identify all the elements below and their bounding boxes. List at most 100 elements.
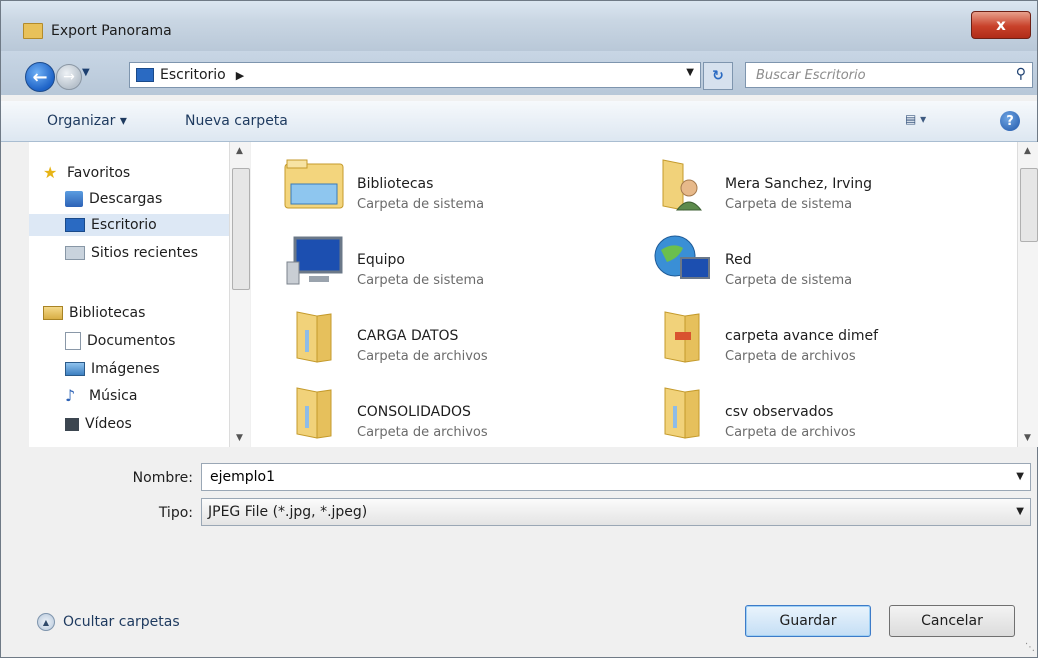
file-list-scrollbar[interactable]: ▲ ▼ [1017,142,1038,447]
refresh-button[interactable]: ↻ [703,62,733,90]
file-name: Equipo [357,252,405,268]
file-item-equipo[interactable]: Equipo Carpeta de sistema [251,226,611,292]
sidebar-item-bibliotecas[interactable]: Bibliotecas [43,302,145,324]
arrow-right-icon: → [63,69,75,85]
scrollbar-thumb[interactable] [232,168,250,290]
search-box[interactable]: ⚲ [745,62,1033,88]
sidebar-item-imagenes[interactable]: Imágenes [65,358,160,380]
file-type: Carpeta de archivos [357,349,488,364]
back-button[interactable]: ← [25,62,55,92]
sidebar-item-sitios-recientes[interactable]: Sitios recientes [65,242,198,264]
navigation-scrollbar[interactable]: ▲ ▼ [229,142,250,447]
close-icon: x [996,16,1006,34]
sidebar-item-label: Imágenes [91,361,160,377]
file-name-input[interactable] [208,464,972,490]
navigation-pane: ★ Favoritos Descargas Escritorio Sitios … [29,142,229,447]
cancel-button[interactable]: Cancelar [889,605,1015,637]
address-dropdown-icon[interactable]: ▼ [686,67,694,78]
forward-button[interactable]: → [56,64,82,90]
sidebar-item-label: Bibliotecas [69,305,146,321]
organize-menu-button[interactable]: Organizar ▾ [47,113,127,129]
chevron-up-icon: ▲ [37,613,55,631]
file-name-label: Nombre: [132,470,193,486]
file-item-csv-observados[interactable]: csv observados Carpeta de archivos [619,378,979,444]
file-item-consolidados[interactable]: CONSOLIDADOS Carpeta de archivos [251,378,611,444]
folder-icon [296,387,332,439]
desktop-icon [65,218,85,232]
file-name: CARGA DATOS [357,328,459,344]
file-type: Carpeta de archivos [725,349,856,364]
sidebar-item-descargas[interactable]: Descargas [65,188,162,210]
scroll-up-icon[interactable]: ▲ [1024,146,1031,156]
view-options-icon: ▤ [905,112,917,126]
folder-icon [664,311,700,363]
command-toolbar: Organizar ▾ Nueva carpeta ▤ ▾ ? [1,101,1037,142]
file-item-carga-datos[interactable]: CARGA DATOS Carpeta de archivos [251,302,611,368]
network-icon [654,235,710,279]
user-folder-icon [662,159,703,211]
file-list: Bibliotecas Carpeta de sistema Mera Sanc… [251,142,1017,447]
title-bar: Export Panorama x [1,1,1037,51]
file-name: CONSOLIDADOS [357,404,471,420]
search-icon[interactable]: ⚲ [1016,66,1026,82]
sidebar-item-label: Documentos [87,333,176,349]
sidebar-item-videos[interactable]: Vídeos [65,413,132,435]
sidebar-item-favorites[interactable]: ★ Favoritos [43,162,130,184]
help-button[interactable]: ? [1000,111,1020,131]
pictures-icon [65,362,85,376]
file-type-select[interactable]: JPEG File (*.jpg, *.jpeg) ▼ [201,498,1031,526]
save-button[interactable]: Guardar [745,605,871,637]
chevron-down-icon[interactable]: ▼ [1016,471,1024,482]
resize-grip-icon[interactable]: ⋱ [1025,642,1035,653]
arrow-left-icon: ← [32,66,48,88]
sidebar-item-label: Escritorio [91,217,157,233]
video-icon [65,417,79,431]
sidebar-item-label: Favoritos [67,165,131,181]
scrollbar-thumb[interactable] [1020,168,1038,242]
desktop-icon [136,68,154,82]
file-item-mera-sanchez-irving[interactable]: Mera Sanchez, Irving Carpeta de sistema [619,150,979,216]
scroll-down-icon[interactable]: ▼ [236,433,243,443]
file-item-bibliotecas[interactable]: Bibliotecas Carpeta de sistema [251,150,611,216]
scroll-down-icon[interactable]: ▼ [1024,433,1031,443]
sidebar-item-label: Sitios recientes [91,245,198,261]
file-name: Red [725,252,752,268]
music-icon: ♪ [65,386,76,405]
file-name: Bibliotecas [357,176,434,192]
folder-icon [296,311,332,363]
file-type: Carpeta de archivos [357,425,488,440]
breadcrumb-arrow-icon[interactable]: ▶ [236,69,244,82]
file-type: Carpeta de sistema [725,197,853,212]
folder-icon [664,387,700,439]
sidebar-item-label: Descargas [89,191,163,207]
folder-icon [23,23,43,39]
file-item-carpeta-avance-dimef[interactable]: carpeta avance dimef Carpeta de archivos [619,302,979,368]
address-bar[interactable]: Escritorio ▶ ▼ [129,62,701,88]
new-folder-button[interactable]: Nueva carpeta [185,113,288,129]
file-name-combobox[interactable]: ▼ [201,463,1031,491]
history-dropdown-button[interactable]: ▼ [82,67,90,78]
file-item-red[interactable]: Red Carpeta de sistema [619,226,979,292]
close-button[interactable]: x [971,11,1031,39]
sidebar-item-musica[interactable]: ♪ Música [65,385,137,407]
sidebar-item-documentos[interactable]: Documentos [65,330,175,352]
file-type: Carpeta de sistema [357,197,485,212]
scroll-up-icon[interactable]: ▲ [236,146,243,156]
address-row: ← → ▼ Escritorio ▶ ▼ ↻ ⚲ [1,51,1037,95]
file-type: Carpeta de sistema [725,273,853,288]
sidebar-item-label: Vídeos [85,416,132,432]
recent-places-icon [65,246,85,260]
export-panorama-dialog: Export Panorama x ← → ▼ Escritorio ▶ ▼ ↻… [0,0,1038,658]
address-crumb[interactable]: Escritorio [160,67,226,83]
change-view-button[interactable]: ▤ ▾ [905,112,951,132]
chevron-down-icon[interactable]: ▼ [1016,506,1024,517]
sidebar-item-escritorio[interactable]: Escritorio [29,214,229,236]
downloads-icon [65,191,83,207]
hide-folders-label: Ocultar carpetas [63,614,180,630]
view-dropdown-icon: ▾ [920,112,927,126]
search-input[interactable] [754,63,998,87]
computer-icon [286,236,343,285]
file-name: csv observados [725,404,834,420]
file-type-value: JPEG File (*.jpg, *.jpeg) [208,504,368,520]
hide-folders-button[interactable]: ▲ Ocultar carpetas [37,613,180,631]
